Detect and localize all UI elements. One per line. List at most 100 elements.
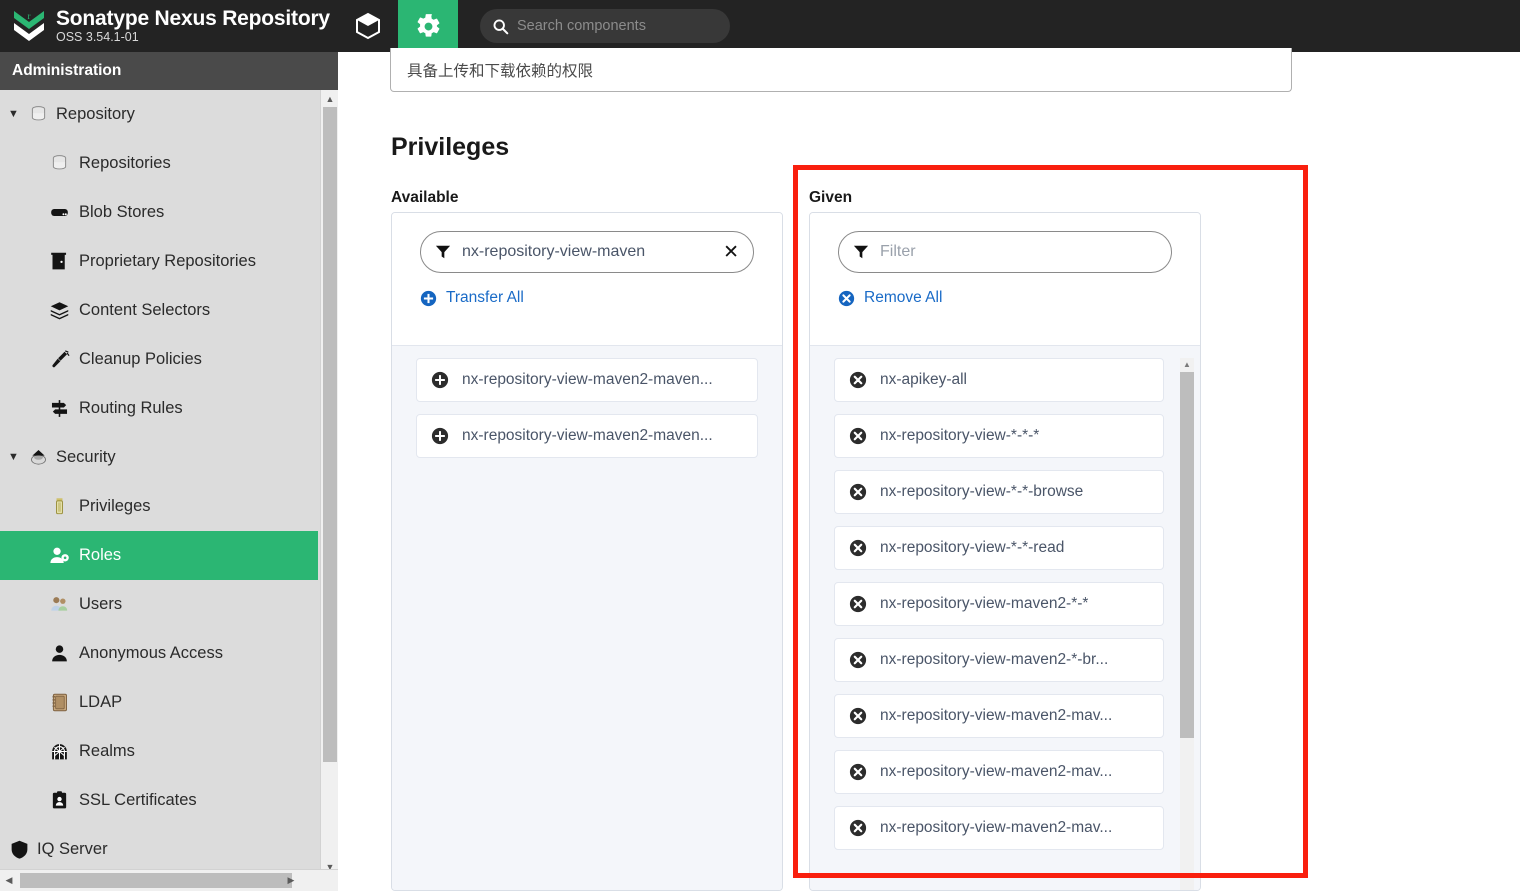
address-book-icon: [48, 692, 70, 714]
sidebar-item-iq-server[interactable]: IQ Server: [0, 825, 320, 874]
blob-store-icon: [48, 202, 70, 224]
x-circle-icon: [838, 290, 855, 307]
close-icon[interactable]: ✕: [723, 243, 739, 262]
x-circle-icon[interactable]: [849, 539, 867, 557]
remove-all-button[interactable]: Remove All: [838, 289, 1172, 307]
given-list-item-label: nx-repository-view-maven2-mav...: [880, 707, 1113, 724]
sidebar-vertical-scrollbar[interactable]: ▲ ▼: [320, 90, 339, 875]
x-circle-icon[interactable]: [849, 819, 867, 837]
signpost-icon: [48, 398, 70, 420]
given-list-item[interactable]: nx-repository-view-*-*-browse: [834, 470, 1164, 514]
sidebar-item-repositories[interactable]: Repositories: [0, 139, 320, 188]
given-list-item[interactable]: nx-repository-view-*-*-*: [834, 414, 1164, 458]
x-circle-icon[interactable]: [849, 651, 867, 669]
sidebar-horizontal-scrollbar[interactable]: ◀ ▶: [0, 869, 338, 891]
database-icon: [27, 104, 49, 126]
sidebar-item-label: Blob Stores: [79, 203, 165, 221]
sidebar-item-label: Proprietary Repositories: [79, 252, 256, 270]
sidebar-item-realms[interactable]: Realms: [0, 727, 320, 776]
sidebar-item-privileges[interactable]: Privileges: [0, 482, 320, 531]
available-list[interactable]: nx-repository-view-maven2-maven... nx-rep…: [392, 346, 782, 890]
scroll-right-arrow-icon[interactable]: ▶: [282, 870, 300, 891]
available-panel-header: nx-repository-view-maven ✕ Transfer All: [392, 213, 782, 346]
given-list-item[interactable]: nx-repository-view-*-*-read: [834, 526, 1164, 570]
id-badge-icon: [48, 790, 70, 812]
given-list[interactable]: nx-apikey-all nx-repository-view-*-*-* nx-…: [810, 346, 1200, 890]
brand-area[interactable]: r Sonatype Nexus Repository OSS 3.54.1-0…: [0, 0, 338, 52]
scroll-left-arrow-icon[interactable]: ◀: [0, 870, 18, 891]
x-circle-icon[interactable]: [849, 707, 867, 725]
sidebar-item-label: Repository: [56, 105, 135, 123]
given-list-item-label: nx-repository-view-*-*-read: [880, 539, 1065, 556]
available-list-item[interactable]: nx-repository-view-maven2-maven...: [416, 358, 758, 402]
sidebar-item-repository[interactable]: ▼ Repository: [0, 90, 320, 139]
brand-title: Sonatype Nexus Repository: [56, 7, 330, 30]
filter-icon: [435, 244, 451, 260]
given-list-scrollbar[interactable]: ▲: [1180, 358, 1194, 890]
given-list-item[interactable]: nx-repository-view-maven2-mav...: [834, 750, 1164, 794]
available-list-item[interactable]: nx-repository-view-maven2-maven...: [416, 414, 758, 458]
scrollbar-thumb[interactable]: [1180, 372, 1194, 738]
sidebar-item-security[interactable]: ▼ Security: [0, 433, 320, 482]
nav-browse-button[interactable]: [338, 0, 398, 52]
scroll-up-arrow-icon[interactable]: ▲: [1180, 358, 1194, 370]
x-circle-icon[interactable]: [849, 427, 867, 445]
given-filter-field[interactable]: Filter: [838, 231, 1172, 273]
given-list-item-label: nx-repository-view-maven2-*-br...: [880, 651, 1109, 668]
plus-circle-icon[interactable]: [431, 371, 449, 389]
given-list-item[interactable]: nx-repository-view-maven2-mav...: [834, 806, 1164, 850]
database-icon: [48, 153, 70, 175]
available-filter-field[interactable]: nx-repository-view-maven ✕: [420, 231, 754, 273]
door-icon: [48, 251, 70, 273]
svg-text:r: r: [28, 11, 31, 21]
person-icon: [48, 643, 70, 665]
chevron-down-icon[interactable]: ▼: [8, 452, 20, 463]
sidebar-item-content-selectors[interactable]: Content Selectors: [0, 286, 320, 335]
transfer-all-button[interactable]: Transfer All: [420, 289, 754, 307]
search-box[interactable]: [480, 9, 730, 43]
scrollbar-thumb-horizontal[interactable]: [20, 873, 292, 888]
medal-icon: [48, 496, 70, 518]
top-header-bar: r Sonatype Nexus Repository OSS 3.54.1-0…: [0, 0, 1520, 52]
x-circle-icon[interactable]: [849, 371, 867, 389]
available-column-label: Available: [391, 189, 459, 206]
x-circle-icon[interactable]: [849, 595, 867, 613]
sidebar-item-label: Users: [79, 595, 123, 613]
scroll-up-arrow-icon[interactable]: ▲: [321, 90, 339, 107]
given-list-item-label: nx-repository-view-*-*-*: [880, 427, 1040, 444]
sidebar-item-anonymous-access[interactable]: Anonymous Access: [0, 629, 320, 678]
given-list-item[interactable]: nx-repository-view-maven2-*-br...: [834, 638, 1164, 682]
sidebar-nav-list: ▼ Repository Repositories Blob Stores Propri…: [0, 90, 320, 875]
sidebar-item-users[interactable]: Users: [0, 580, 320, 629]
roles-icon: [48, 545, 70, 567]
sidebar-item-roles[interactable]: Roles: [0, 531, 318, 580]
available-list-item-label: nx-repository-view-maven2-maven...: [462, 427, 713, 444]
available-panel: nx-repository-view-maven ✕ Transfer All: [391, 212, 783, 891]
given-list-item[interactable]: nx-repository-view-maven2-mav...: [834, 694, 1164, 738]
given-list-item-label: nx-repository-view-*-*-browse: [880, 483, 1084, 500]
x-circle-icon[interactable]: [849, 763, 867, 781]
transfer-all-label: Transfer All: [446, 289, 524, 306]
sidebar-item-blob-stores[interactable]: Blob Stores: [0, 188, 320, 237]
description-field[interactable]: 具备上传和下载依赖的权限: [390, 48, 1292, 92]
sidebar-item-proprietary-repositories[interactable]: Proprietary Repositories: [0, 237, 320, 286]
given-list-item[interactable]: nx-repository-view-maven2-*-*: [834, 582, 1164, 626]
sidebar-item-label: Privileges: [79, 497, 151, 515]
sidebar-item-cleanup-policies[interactable]: Cleanup Policies: [0, 335, 320, 384]
nexus-logo-icon: r: [12, 8, 46, 44]
nav-administration-button[interactable]: [398, 0, 458, 52]
brand-version: OSS 3.54.1-01: [56, 30, 139, 44]
sidebar-item-ldap[interactable]: LDAP: [0, 678, 320, 727]
page-title: Privileges: [391, 133, 510, 161]
plus-circle-icon[interactable]: [431, 427, 449, 445]
cube-icon: [355, 12, 381, 40]
given-filter-placeholder: Filter: [880, 243, 916, 260]
search-input[interactable]: [517, 18, 717, 34]
scrollbar-thumb[interactable]: [323, 107, 337, 762]
x-circle-icon[interactable]: [849, 483, 867, 501]
chevron-down-icon[interactable]: ▼: [8, 109, 20, 120]
sidebar-item-label: Content Selectors: [79, 301, 211, 319]
sidebar-item-routing-rules[interactable]: Routing Rules: [0, 384, 320, 433]
sidebar-item-ssl-certificates[interactable]: SSL Certificates: [0, 776, 320, 825]
given-list-item[interactable]: nx-apikey-all: [834, 358, 1164, 402]
